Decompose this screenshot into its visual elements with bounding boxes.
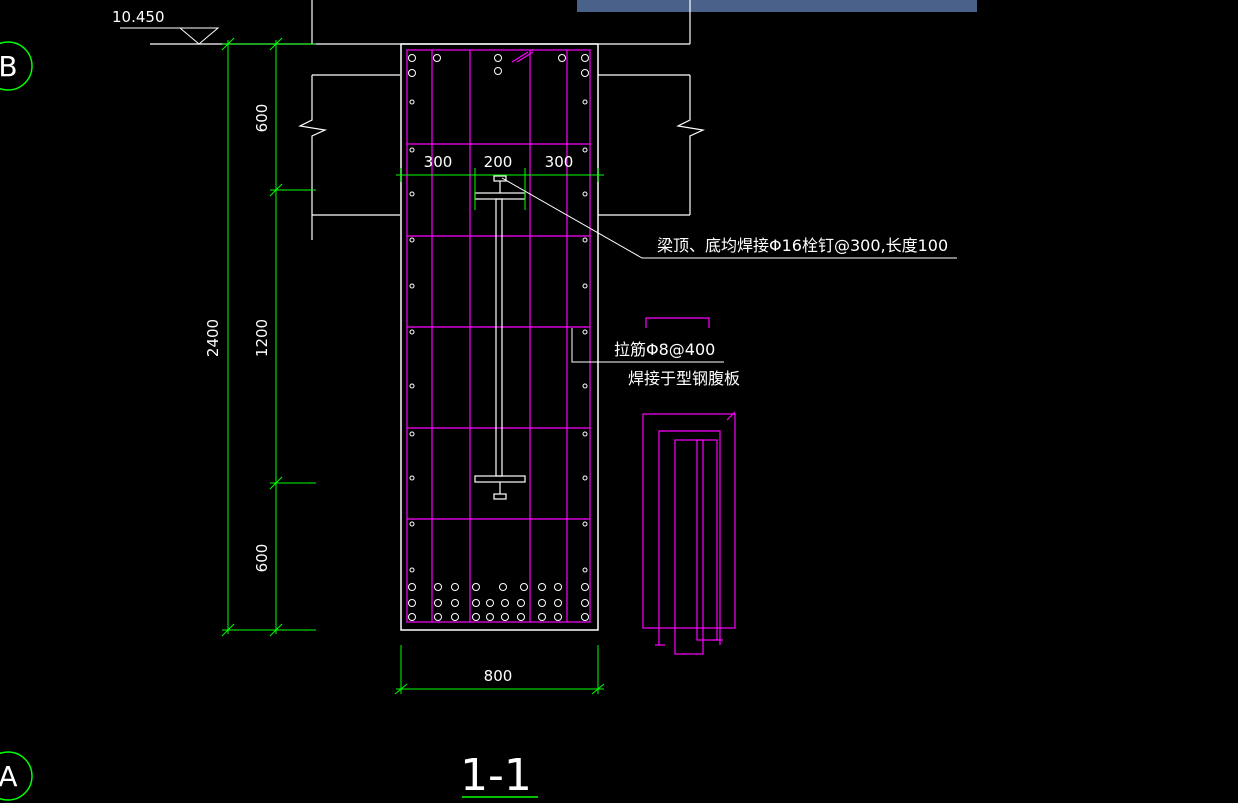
axis-bubble-a: A — [0, 751, 33, 801]
note-studs: 梁顶、底均焊接Φ16栓钉@300,长度100 — [657, 236, 948, 255]
axis-label-a: A — [0, 760, 18, 793]
dim-bottom-segment: 600 — [253, 544, 271, 573]
elevation-marker: 10.450 — [112, 8, 220, 45]
dim-width-800: 800 — [484, 667, 513, 685]
slab-outline — [150, 0, 706, 240]
note-tie-line2: 焊接于型钢腹板 — [628, 369, 740, 388]
stirrups — [406, 49, 591, 623]
elevation-text: 10.450 — [112, 8, 165, 26]
dim-left-300: 300 — [424, 153, 453, 171]
cad-drawing-canvas[interactable]: B A 10.450 2400 600 1200 600 300 200 300… — [0, 0, 1238, 803]
axis-label-b: B — [0, 50, 18, 83]
beam-section-outline — [400, 43, 599, 631]
dim-right-300: 300 — [545, 153, 574, 171]
steel-i-section — [474, 175, 526, 500]
axis-bubble-b: B — [0, 41, 33, 91]
tie-hook-symbol — [645, 317, 710, 328]
stirrup-detail — [642, 411, 736, 655]
section-title: 1-1 — [460, 750, 532, 801]
rebar-dots — [408, 54, 589, 621]
dim-middle-segment: 1200 — [253, 319, 271, 357]
dim-overall-height: 2400 — [204, 319, 222, 357]
dim-top-segment: 600 — [253, 104, 271, 133]
dim-center-200: 200 — [484, 153, 513, 171]
note-tie-line1: 拉筋Φ8@400 — [614, 340, 715, 359]
